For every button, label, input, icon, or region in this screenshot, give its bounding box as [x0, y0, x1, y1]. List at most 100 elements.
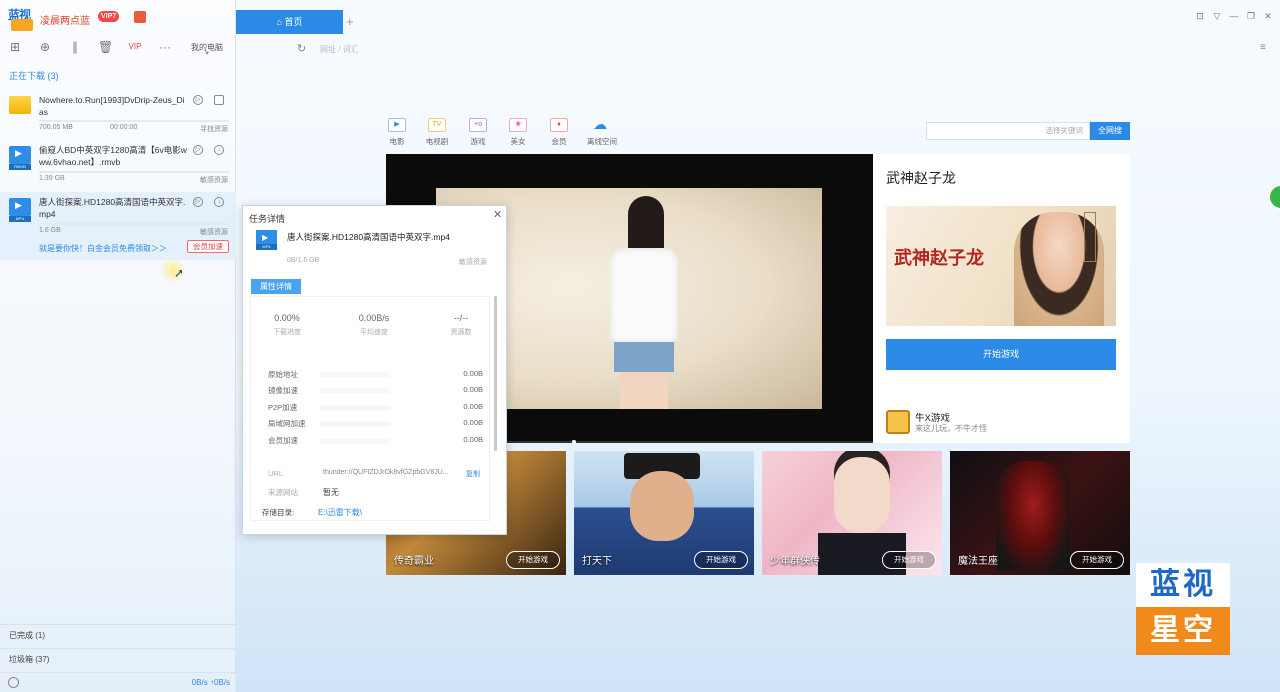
url-value[interactable]: thunder://QUFIZDJrOk8vfGZpbGV8JU...: [323, 469, 449, 476]
start-icon[interactable]: ⊕: [38, 40, 52, 54]
skin-icon[interactable]: ⊡: [1194, 10, 1206, 22]
tab-properties[interactable]: 属性详情: [251, 279, 301, 294]
menu-down-icon[interactable]: ▽: [1211, 10, 1223, 22]
download-name: 唐人街探案.HD1280高清国语中英双字.mp4: [39, 197, 186, 219]
category-cloud[interactable]: ☁ 离线空间: [587, 116, 617, 147]
pause-icon[interactable]: [214, 95, 224, 105]
game-card[interactable]: 魔法王座 开始游戏: [950, 451, 1130, 575]
close-icon[interactable]: ✕: [493, 208, 502, 221]
play-icon[interactable]: ▷: [193, 95, 203, 105]
category-tv[interactable]: TV 电视剧: [424, 118, 450, 147]
username[interactable]: 凌晨两点蓝: [40, 12, 90, 27]
category-movie[interactable]: ▶ 电影: [384, 118, 410, 147]
vip-badge[interactable]: VIP7: [98, 11, 120, 22]
progress-bar: [39, 171, 229, 173]
restore-icon[interactable]: ❐: [1245, 10, 1257, 22]
resource-status: 敏感资源: [200, 229, 228, 236]
game-card-title: 打天下: [582, 556, 612, 567]
status-bar: 0B/s ↑0B/s: [0, 672, 236, 692]
category-vip[interactable]: ♦ 会员: [546, 118, 572, 147]
cloud-icon: ☁: [593, 116, 607, 132]
featured-game-banner[interactable]: 武神赵子龙: [886, 206, 1116, 326]
trash-section[interactable]: 垃圾箱 (37): [0, 648, 236, 668]
more-icon[interactable]: ···: [158, 40, 172, 54]
category-label: 会员: [551, 137, 567, 146]
copy-link[interactable]: 复制: [466, 469, 480, 479]
play-icon[interactable]: ▷: [193, 197, 203, 207]
game-start-button[interactable]: 开始游戏: [506, 551, 560, 569]
new-tab-icon[interactable]: +: [346, 14, 354, 29]
stat-progress: 0.00% 下载进度: [273, 313, 301, 336]
vip-promo-link[interactable]: 就是要你快！白金会员免费领取＞＞: [39, 243, 167, 254]
completed-label: 已完成 (1): [9, 631, 45, 640]
channel-watermark: 蓝视 星空: [1136, 563, 1230, 655]
game-start-button[interactable]: 开始游戏: [1070, 551, 1124, 569]
refresh-icon[interactable]: ↻: [297, 42, 306, 55]
search-input[interactable]: 选择关键词: [926, 122, 1090, 140]
vip-icon: ♦: [550, 118, 568, 132]
tv-icon: TV: [428, 118, 446, 132]
studio-name[interactable]: 牛X游戏: [915, 410, 950, 424]
vip-icon[interactable]: VIP: [128, 40, 142, 54]
task-size: 0B/1.6 GB: [287, 257, 320, 264]
stat-resources: --/-- 资源数: [450, 313, 472, 336]
pause-icon[interactable]: ∥: [68, 40, 82, 54]
save-dir-link[interactable]: E:\迅雷下载\: [318, 507, 362, 518]
category-label: 美女: [510, 137, 526, 146]
game-card-title: 魔法王座: [958, 556, 998, 567]
spokesperson-caption: [1084, 212, 1096, 262]
accel-row: 原始地址 0.00B: [268, 369, 483, 379]
video-person: [600, 196, 690, 409]
mouse-pointer-icon: ➚: [174, 266, 185, 280]
hamburger-icon[interactable]: ≡: [1260, 42, 1266, 53]
new-task-icon[interactable]: ⊞: [8, 40, 22, 54]
downloading-section[interactable]: 正在下载 (3): [9, 69, 59, 82]
accel-row: 镜像加速 0.00B: [268, 385, 483, 395]
address-bar[interactable]: 网址 / 词汇: [320, 44, 359, 55]
resource-status: 敏感资源: [200, 177, 228, 184]
game-logo: 武神赵子龙: [894, 248, 984, 269]
accel-row: 局域网加速 0.00B: [268, 418, 483, 428]
medal-icon[interactable]: [134, 11, 146, 23]
side-float-button[interactable]: [1268, 184, 1280, 210]
category-beauty[interactable]: ❀ 美女: [505, 118, 531, 147]
game-card[interactable]: 少年群侠传 开始游戏: [762, 451, 942, 575]
game-start-button[interactable]: 开始游戏: [694, 551, 748, 569]
source-label: 来源网站: [268, 488, 298, 497]
category-games[interactable]: +o 游戏: [465, 118, 491, 147]
save-dir-label: 存储目录:: [262, 508, 295, 517]
studio-tagline: 来这儿玩，不牛才怪: [915, 424, 987, 433]
chevron-down-icon[interactable]: ▼: [204, 51, 210, 57]
game-start-button[interactable]: 开始游戏: [882, 551, 936, 569]
download-icon[interactable]: ↓: [214, 145, 224, 155]
resource-status: 寻找资源: [200, 126, 228, 133]
start-game-button[interactable]: 开始游戏: [886, 339, 1116, 370]
download-name: 偷窥人BD中英双字1280高清【6v电影www.6vhao.net】.rmvb: [39, 145, 187, 167]
vip-accelerate-button[interactable]: 会员加速: [187, 240, 229, 253]
delete-icon[interactable]: 🗑: [98, 40, 113, 54]
trash-label: 垃圾箱 (37): [9, 655, 50, 664]
file-size: 700.05 MB: [39, 124, 73, 131]
search-button[interactable]: 全网搜: [1090, 122, 1130, 140]
alarm-icon[interactable]: [8, 677, 19, 688]
minimize-icon[interactable]: —: [1228, 10, 1240, 22]
download-icon[interactable]: ↓: [214, 197, 224, 207]
watermark-bottom: 星空: [1136, 607, 1230, 655]
video-file-icon: RMVB: [9, 146, 31, 170]
popup-title: 任务详情: [249, 214, 286, 224]
game-card-title: 少年群侠传: [770, 556, 820, 567]
close-icon[interactable]: ✕: [1262, 10, 1274, 22]
play-icon[interactable]: ▷: [193, 145, 203, 155]
game-card[interactable]: 打天下 开始游戏: [574, 451, 754, 575]
featured-game-title[interactable]: 武神赵子龙: [886, 168, 956, 188]
studio-logo[interactable]: [886, 410, 910, 434]
scrollbar[interactable]: [494, 296, 497, 451]
completed-section[interactable]: 已完成 (1): [0, 624, 236, 644]
task-file-name: 唐人街探案.HD1280高清国语中英双字.mp4: [287, 232, 450, 242]
category-label: 游戏: [470, 137, 486, 146]
url-label: URL: [268, 469, 284, 478]
file-size: 1.39 GB: [39, 175, 65, 182]
tab-home[interactable]: ⌂ 首页: [236, 10, 343, 34]
folder-icon: [9, 96, 31, 114]
game-card-title: 传奇霸业: [394, 556, 434, 567]
